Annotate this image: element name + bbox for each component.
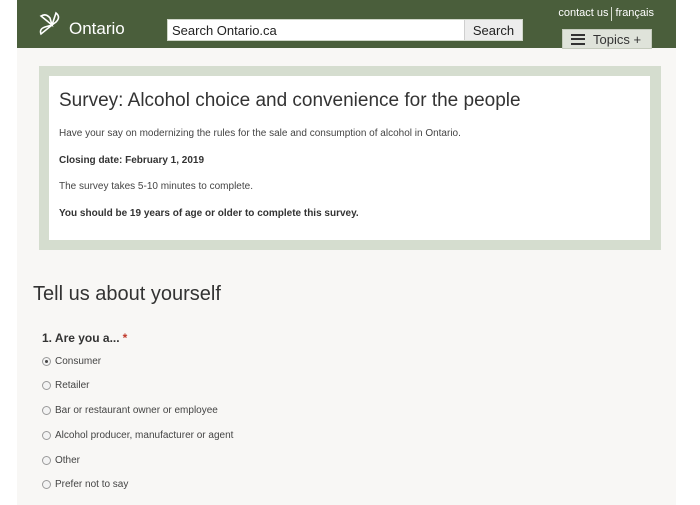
utility-divider [611,7,613,21]
radio-icon[interactable] [42,406,51,416]
section-heading: Tell us about yourself [33,283,221,305]
closing-date: Closing date: February 1, 2019 [59,155,205,166]
hamburger-menu-icon [571,33,585,45]
radio-icon[interactable] [42,480,51,490]
page-frame: Ontario Search contact us français Topic… [17,0,676,505]
option-other[interactable]: Other [42,453,233,467]
survey-intro: Have your say on modernizing the rules f… [59,128,461,139]
site-header: Ontario Search contact us français Topic… [17,0,676,49]
radio-icon[interactable] [42,455,51,465]
survey-info-box: Survey: Alcohol choice and convenience f… [39,66,661,250]
topics-button[interactable]: Topics + [562,29,652,49]
option-label: Bar or restaurant owner or employee [55,405,218,417]
radio-icon[interactable] [42,430,51,440]
option-prefer-not-to-say[interactable]: Prefer not to say [42,478,233,492]
option-label: Prefer not to say [55,479,129,491]
radio-icon[interactable] [42,381,51,391]
option-label: Retailer [55,380,90,392]
topics-label: Topics + [593,31,642,47]
search-button[interactable]: Search [464,20,522,40]
option-label: Other [55,454,81,466]
francais-link[interactable]: français [615,7,654,21]
option-retailer[interactable]: Retailer [42,379,233,393]
survey-duration: The survey takes 5-10 minutes to complet… [59,181,253,192]
question-label: 1. Are you a... * [42,331,127,345]
search-bar: Search [167,19,523,41]
contact-us-link[interactable]: contact us [558,7,608,21]
radio-icon[interactable] [42,356,51,366]
survey-title: Survey: Alcohol choice and convenience f… [59,90,521,111]
option-consumer[interactable]: Consumer [42,354,233,368]
option-alcohol-producer[interactable]: Alcohol producer, manufacturer or agent [42,428,233,442]
option-label: Alcohol producer, manufacturer or agent [55,429,234,441]
ontario-logo[interactable]: Ontario [37,10,125,40]
option-label: Consumer [55,355,102,367]
survey-info-content: Survey: Alcohol choice and convenience f… [49,76,650,240]
question-text: 1. Are you a... [42,331,120,345]
age-requirement: You should be 19 years of age or older t… [59,208,359,219]
search-input[interactable] [168,20,464,40]
logo-text: Ontario [69,19,125,38]
utility-links: contact us français [558,7,654,21]
option-bar-restaurant[interactable]: Bar or restaurant owner or employee [42,404,233,418]
required-marker: * [122,331,128,345]
trillium-logo-icon [39,11,60,36]
answer-options: Consumer Retailer Bar or restaurant owne… [42,354,233,503]
